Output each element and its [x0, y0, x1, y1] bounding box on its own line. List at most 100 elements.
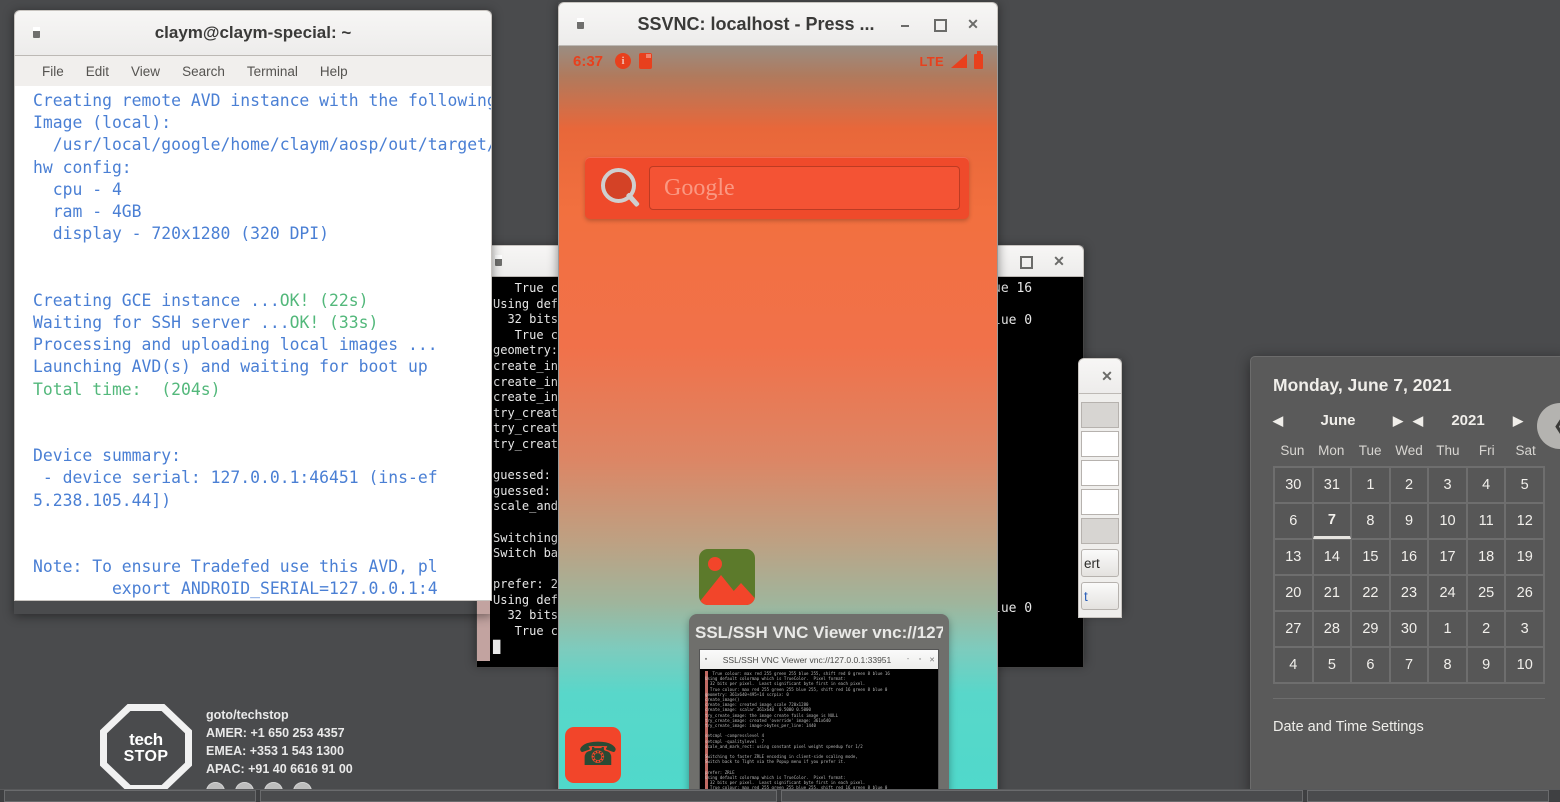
calendar-day-cell[interactable]: 29 — [1351, 611, 1390, 647]
inner-vnc-viewer-window[interactable]: SSL/SSH VNC Viewer vnc://127... ▪ SSL/SS… — [689, 614, 949, 800]
calendar-day-cell[interactable]: 21 — [1313, 575, 1352, 611]
ssvnc-titlebar[interactable]: SSVNC: localhost - Press ... ✕ — [558, 2, 998, 46]
terminal-titlebar[interactable]: claym@claym-special: ~ — [14, 10, 492, 56]
inner-vnc-frame[interactable]: ▪ SSL/SSH VNC Viewer vnc://127.0.0.1:339… — [699, 649, 939, 800]
calendar-day-cell[interactable]: 31 — [1313, 467, 1352, 503]
calendar-day-cell[interactable]: 8 — [1428, 647, 1467, 683]
menu-terminal[interactable]: Terminal — [236, 61, 309, 82]
calendar-day-cell[interactable]: 26 — [1505, 575, 1544, 611]
calendar-day-cell[interactable]: 11 — [1467, 503, 1506, 539]
calendar-day-cell[interactable]: 9 — [1390, 503, 1429, 539]
menu-view[interactable]: View — [120, 61, 171, 82]
calendar-day-cell[interactable]: 25 — [1467, 575, 1506, 611]
terminal-output[interactable]: Creating remote AVD instance with the fo… — [14, 86, 492, 601]
calendar-day-cell[interactable]: 1 — [1351, 467, 1390, 503]
calendar-day-cell[interactable]: 7 — [1313, 503, 1352, 539]
calendar-day-cell[interactable]: 15 — [1351, 539, 1390, 575]
calendar-day-cell[interactable]: 30 — [1274, 467, 1313, 503]
close-button[interactable]: ✕ — [1053, 255, 1065, 267]
taskbar[interactable] — [0, 789, 1560, 802]
calendar-day-cell[interactable]: 22 — [1351, 575, 1390, 611]
minimize-button[interactable]: - — [902, 656, 914, 663]
calendar-day-cell[interactable]: 16 — [1390, 539, 1429, 575]
menu-file[interactable]: File — [31, 61, 75, 82]
ssvnc-window[interactable]: SSVNC: localhost - Press ... ✕ 6:37 i LT… — [558, 2, 998, 799]
maximize-button[interactable] — [933, 18, 945, 30]
close-button[interactable]: ✕ — [967, 18, 979, 30]
google-search-widget[interactable]: Google — [585, 157, 969, 219]
ssvnc-title: SSVNC: localhost - Press ... — [589, 14, 893, 35]
calendar-day-cell[interactable]: 6 — [1274, 503, 1313, 539]
calendar-day-cell[interactable]: 1 — [1428, 611, 1467, 647]
calendar-day-cell[interactable]: 5 — [1313, 647, 1352, 683]
calendar-day-cell[interactable]: 17 — [1428, 539, 1467, 575]
calendar-day-cell[interactable]: 14 — [1313, 539, 1352, 575]
calendar-day-cell[interactable]: 9 — [1467, 647, 1506, 683]
xterm-right-window[interactable]: ✕ ue 16 lue 0 lue 0 — [988, 245, 1084, 663]
calendar-day-cell[interactable]: 3 — [1505, 611, 1544, 647]
calendar-day-cell[interactable]: 8 — [1351, 503, 1390, 539]
calendar-day-cell[interactable]: 27 — [1274, 611, 1313, 647]
close-button[interactable]: ✕ — [926, 656, 938, 664]
calendar-day-cell[interactable]: 24 — [1428, 575, 1467, 611]
taskbar-item[interactable] — [260, 790, 777, 802]
calendar-day-cell[interactable]: 7 — [1390, 647, 1429, 683]
calendar-day-cell[interactable]: 12 — [1505, 503, 1544, 539]
calendar-popup[interactable]: Monday, June 7, 2021 ◀ June ▶ ◀ 2021 ▶ S… — [1250, 356, 1560, 796]
menu-search[interactable]: Search — [171, 61, 236, 82]
menu-edit[interactable]: Edit — [75, 61, 120, 82]
dialog-field-1[interactable] — [1081, 402, 1119, 428]
calendar-day-cell[interactable]: 18 — [1467, 539, 1506, 575]
calendar-day-cell[interactable]: 28 — [1313, 611, 1352, 647]
ssvnc-dialog-titlebar[interactable]: ✕ — [1078, 358, 1122, 394]
calendar-day-cell[interactable]: 30 — [1390, 611, 1429, 647]
phone-icon[interactable]: ☎ — [565, 727, 621, 783]
calendar-day-cell[interactable]: 5 — [1505, 467, 1544, 503]
search-input[interactable]: Google — [649, 166, 960, 210]
prev-month-button[interactable]: ◀ — [1273, 413, 1283, 429]
cert-button[interactable]: ert — [1081, 549, 1119, 577]
minimize-button[interactable] — [899, 18, 911, 30]
next-year-button[interactable]: ▶ — [1513, 413, 1523, 429]
terminal-menubar[interactable]: File Edit View Search Terminal Help — [14, 56, 492, 86]
dialog-field-5[interactable] — [1081, 518, 1119, 544]
term-device-serial-wrap: 5.238.105.44]) — [33, 491, 171, 510]
calendar-day-cell[interactable]: 13 — [1274, 539, 1313, 575]
dialog-field-3[interactable] — [1081, 460, 1119, 486]
photos-icon[interactable] — [699, 549, 755, 605]
xterm-right-titlebar[interactable]: ✕ — [988, 245, 1084, 277]
android-screen[interactable]: 6:37 i LTE Google ☎ SSL/SSH VNC Viewer v… — [558, 46, 998, 800]
maximize-button[interactable]: ▫ — [914, 656, 926, 663]
calendar-day-cell[interactable]: 2 — [1467, 611, 1506, 647]
techstop-logo-line2: STOP — [124, 749, 169, 765]
dialog-field-2[interactable] — [1081, 431, 1119, 457]
close-icon[interactable]: ✕ — [1101, 370, 1113, 382]
calendar-day-cell[interactable]: 10 — [1505, 647, 1544, 683]
maximize-button[interactable] — [1019, 255, 1031, 267]
calendar-day-cell[interactable]: 10 — [1428, 503, 1467, 539]
inner-vnc-inner-titlebar[interactable]: ▪ SSL/SSH VNC Viewer vnc://127.0.0.1:339… — [700, 650, 938, 669]
calendar-day-cell[interactable]: 19 — [1505, 539, 1544, 575]
date-and-time-settings-link[interactable]: Date and Time Settings — [1273, 699, 1545, 735]
taskbar-item[interactable] — [1307, 790, 1549, 802]
calendar-day-cell[interactable]: 6 — [1351, 647, 1390, 683]
calendar-day-cell[interactable]: 3 — [1428, 467, 1467, 503]
terminal-window[interactable]: claym@claym-special: ~ File Edit View Se… — [14, 10, 492, 614]
calendar-nav[interactable]: ◀ June ▶ ◀ 2021 ▶ — [1273, 412, 1545, 429]
calendar-day-cell[interactable]: 2 — [1390, 467, 1429, 503]
menu-help[interactable]: Help — [309, 61, 359, 82]
prev-year-button[interactable]: ◀ — [1413, 413, 1423, 429]
calendar-day-cell[interactable]: 23 — [1390, 575, 1429, 611]
connect-button[interactable]: t — [1081, 582, 1119, 610]
calendar-day-cell[interactable]: 4 — [1467, 467, 1506, 503]
term-line: Creating remote AVD instance with the fo… — [33, 91, 492, 110]
ssvnc-connect-dialog[interactable]: ✕ ert t — [1078, 358, 1122, 612]
taskbar-item[interactable] — [4, 790, 256, 802]
next-month-button[interactable]: ▶ — [1393, 413, 1403, 429]
calendar-grid[interactable]: 3031123456789101112131415161718192021222… — [1273, 466, 1545, 684]
calendar-day-cell[interactable]: 4 — [1274, 647, 1313, 683]
dialog-field-4[interactable] — [1081, 489, 1119, 515]
calendar-day-cell[interactable]: 20 — [1274, 575, 1313, 611]
taskbar-item[interactable] — [781, 790, 1303, 802]
magnifier-icon[interactable] — [597, 165, 643, 211]
